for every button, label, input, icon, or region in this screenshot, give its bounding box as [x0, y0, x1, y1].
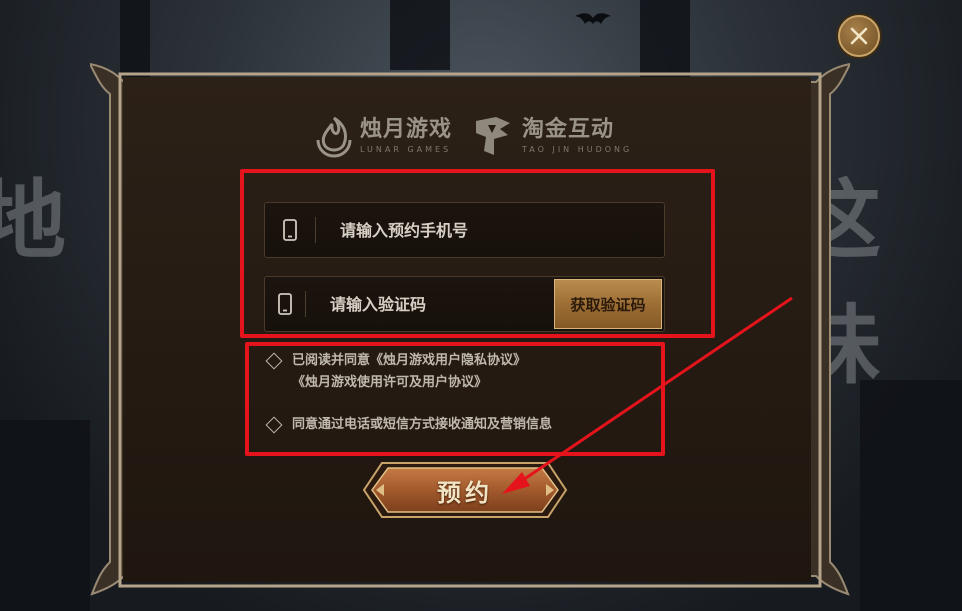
taojin-logo-en: TAO JIN HUDONG: [522, 144, 633, 154]
background-spire: [860, 380, 962, 611]
get-code-button[interactable]: 获取验证码: [553, 279, 662, 329]
marketing-agreement: 同意通过电话或短信方式接收通知及营销信息: [262, 414, 552, 436]
privacy-agreement-line2[interactable]: 《烛月游戏使用许可及用户协议》: [292, 372, 526, 394]
logo-flame-icon: [314, 114, 354, 158]
field-divider: [305, 291, 306, 317]
lunar-logo-cn: 烛月游戏: [360, 116, 453, 142]
checkbox-diamond-icon[interactable]: [265, 416, 283, 434]
checkbox-diamond-icon[interactable]: [265, 352, 283, 370]
phone-icon: [265, 219, 315, 241]
background-spire: [0, 420, 90, 611]
verification-code-input[interactable]: [329, 277, 554, 331]
taojin-logo: 淘金互动 TAO JIN HUDONG: [470, 113, 632, 159]
close-button[interactable]: [838, 15, 880, 57]
phone-field: [264, 202, 665, 258]
privacy-agreement-line1[interactable]: 已阅读并同意《烛月游戏用户隐私协议》: [292, 350, 526, 372]
verification-code-field: 获取验证码: [264, 276, 665, 332]
phone-input[interactable]: [340, 203, 664, 257]
privacy-agreement: 已阅读并同意《烛月游戏用户隐私协议》 《烛月游戏使用许可及用户协议》: [262, 350, 526, 394]
background-spire: [390, 0, 450, 70]
reserve-button[interactable]: 预约: [362, 461, 568, 519]
bat-icon: [575, 13, 611, 24]
lunar-games-logo: 烛月游戏 LUNAR GAMES: [314, 114, 452, 158]
reserve-button-label: 预约: [437, 477, 493, 507]
close-icon: [850, 27, 868, 45]
logo-taojin-icon: [470, 113, 516, 159]
logos-row: 烛月游戏 LUNAR GAMES 淘金互动 TAO JIN HUDONG: [314, 108, 654, 164]
taojin-logo-cn: 淘金互动: [522, 116, 615, 142]
field-divider: [315, 217, 316, 243]
lunar-logo-en: LUNAR GAMES: [360, 144, 452, 154]
phone-icon: [265, 293, 305, 315]
marketing-agreement-label: 同意通过电话或短信方式接收通知及营销信息: [292, 417, 553, 432]
